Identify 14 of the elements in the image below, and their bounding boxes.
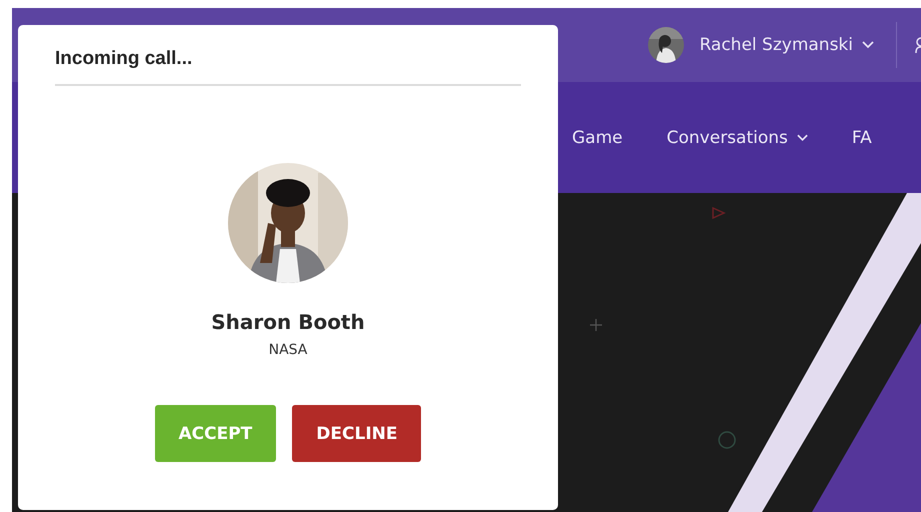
nav-link[interactable]: Game [572,128,623,148]
chevron-down-icon[interactable] [796,134,808,142]
circle-outline-icon [718,431,736,449]
nav-link[interactable]: FA [852,128,872,148]
triangle-outline-icon [712,206,726,220]
dialog-title: Incoming call... [55,48,192,70]
user-menu[interactable]: Rachel Szymanski [699,35,853,55]
decline-button[interactable]: DECLINE [292,405,422,462]
caller-organization: NASA [268,342,308,358]
nav-link[interactable]: Conversations [666,128,808,148]
sparkle-icon [589,318,603,332]
user-icon[interactable] [915,35,921,55]
chevron-down-icon[interactable] [862,41,874,49]
caller-name: Sharon Booth [211,310,365,334]
